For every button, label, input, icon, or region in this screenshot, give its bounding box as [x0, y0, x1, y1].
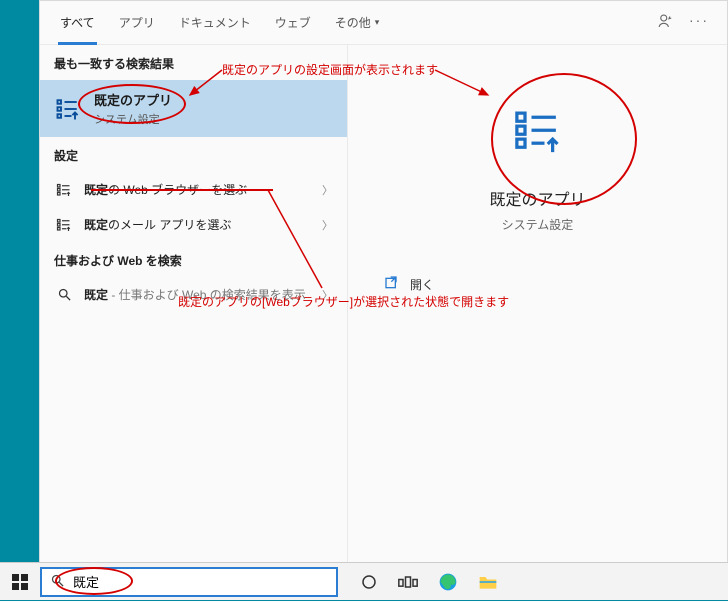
open-label: 開く [410, 276, 434, 293]
chevron-down-icon: ▾ [375, 17, 380, 28]
preview-title: 既定のアプリ [348, 186, 727, 210]
preview-subtitle: システム設定 [348, 216, 727, 233]
start-button[interactable] [0, 563, 40, 601]
result-row-web-browser[interactable]: 既定の Web ブラウザーを選ぶ 〉 [40, 172, 347, 207]
search-panel: すべて アプリ ドキュメント ウェブ その他▾ ··· 最も一致する検索結果 [39, 0, 728, 565]
result-row-mail-app[interactable]: 既定のメール アプリを選ぶ 〉 [40, 207, 347, 242]
search-web-header: 仕事および Web を検索 [40, 242, 347, 277]
tab-web[interactable]: ウェブ [263, 1, 323, 45]
taskbar-search-box[interactable] [40, 567, 338, 597]
tab-bar: すべて アプリ ドキュメント ウェブ その他▾ ··· [40, 1, 727, 45]
more-icon[interactable]: ··· [689, 12, 709, 33]
best-match-item[interactable]: 既定のアプリ システム設定 [40, 80, 347, 137]
tab-all[interactable]: すべて [48, 1, 107, 45]
default-apps-icon [54, 95, 82, 123]
tab-documents[interactable]: ドキュメント [167, 1, 263, 45]
best-match-header: 最も一致する検索結果 [40, 45, 347, 80]
taskbar [0, 562, 728, 600]
default-apps-large-icon [512, 105, 564, 162]
list-icon [54, 182, 74, 198]
search-icon [50, 573, 65, 591]
open-action[interactable]: 開く [384, 275, 727, 294]
result-label: 既定 - 仕事および Web の検索結果を表示 [74, 286, 322, 303]
cortana-icon[interactable] [360, 573, 378, 591]
edge-icon[interactable] [438, 572, 458, 592]
result-label: 既定の Web ブラウザーを選ぶ [74, 181, 322, 198]
best-match-title: 既定のアプリ [94, 90, 172, 109]
search-icon [54, 287, 74, 302]
tab-more[interactable]: その他▾ [323, 1, 392, 45]
preview-pane: 既定のアプリ システム設定 開く [348, 45, 727, 564]
settings-header: 設定 [40, 137, 347, 172]
open-icon [384, 275, 400, 294]
task-view-icon[interactable] [398, 574, 418, 590]
chevron-right-icon: 〉 [322, 287, 333, 303]
result-row-web-search[interactable]: 既定 - 仕事および Web の検索結果を表示 〉 [40, 277, 347, 312]
result-label: 既定のメール アプリを選ぶ [74, 216, 322, 233]
list-icon [54, 217, 74, 233]
tab-apps[interactable]: アプリ [107, 1, 167, 45]
chevron-right-icon: 〉 [322, 217, 333, 233]
feedback-icon[interactable] [657, 12, 675, 33]
chevron-right-icon: 〉 [322, 182, 333, 198]
results-list: 最も一致する検索結果 既定のアプリ システム設定 設定 [40, 45, 348, 564]
taskbar-search-input[interactable] [73, 569, 328, 595]
best-match-subtitle: システム設定 [94, 111, 172, 127]
explorer-icon[interactable] [478, 573, 498, 591]
